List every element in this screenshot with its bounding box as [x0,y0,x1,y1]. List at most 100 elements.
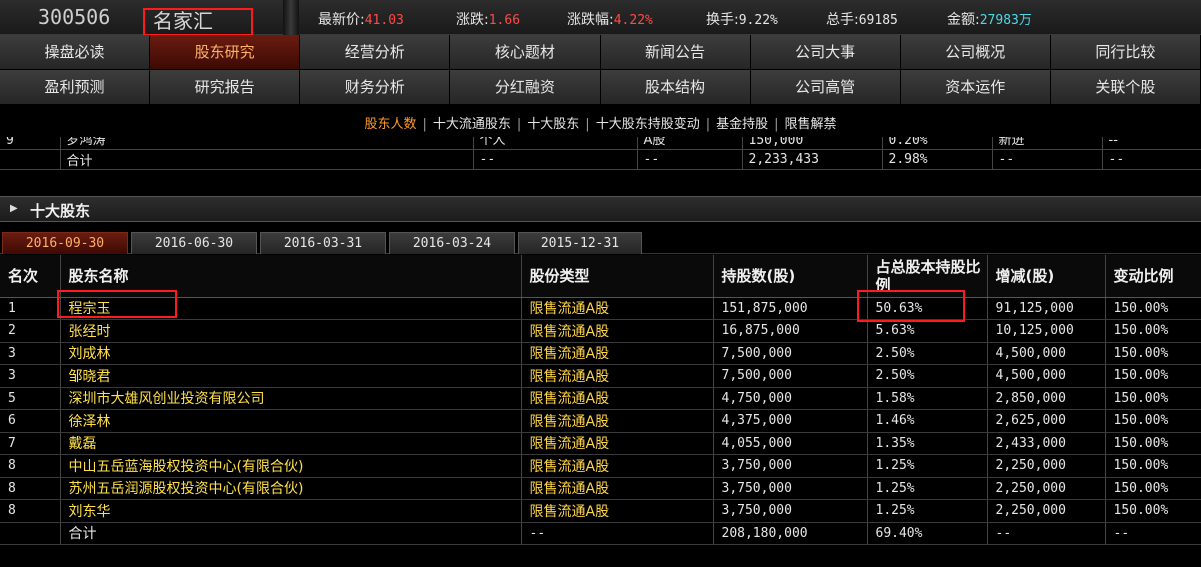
quote-amount: 金额:27983万 [947,12,1032,28]
table-row[interactable]: 3 刘成林 限售流通A股 7,500,000 2.50% 4,500,000 150.00% [0,342,1201,365]
table-row: 9 罗鸿涛 个人 A股 150,000 0.20% 新进 -- [0,137,1201,150]
cell-holding-ratio: 1.25% [867,477,988,500]
cell-rank: 6 [0,409,61,433]
cell-holder-name: 中山五岳蓝海股权投资中心(有限合伙) [60,454,522,478]
quote-change: 涨跌:1.66 [456,12,521,28]
nav-operations[interactable]: 经营分析 [300,35,451,69]
cell-holding-ratio: 69.40% [867,522,988,545]
subnav-top10-float[interactable]: 十大流通股东 [433,117,511,132]
nav-row-2: 盈利预测 研究报告 财务分析 分红融资 股本结构 公司高管 资本运作 关联个股 [0,70,1201,105]
table-header-row: 名次 股东名称 股份类型 持股数(股) 占总股本持股比例 增减(股) 变动比例 [0,255,1201,298]
cell-holding-ratio: 1.25% [867,454,988,478]
quote-volume: 总手:69185 [826,12,898,28]
cell-rank [0,522,61,545]
stock-code: 300506 [38,5,111,29]
table-row[interactable]: 3 邹晓君 限售流通A股 7,500,000 2.50% 4,500,000 150.00% [0,364,1201,388]
cell-shares-held: 7,500,000 [713,364,868,388]
cell-change: 2,625,000 [987,409,1106,433]
table-row[interactable]: 7 戴磊 限售流通A股 4,055,000 1.35% 2,433,000 150.00% [0,432,1201,455]
cell-change-ratio: 150.00% [1105,432,1201,455]
nav-capital-ops[interactable]: 资本运作 [900,70,1051,104]
cell-holder-name: 邹晓君 [60,364,522,388]
cell-shares-held: 4,375,000 [713,409,868,433]
quote-turnover: 换手:9.22% [706,12,778,28]
cell-share-type: -- [521,522,714,545]
tab-date-2016-03-31[interactable]: 2016-03-31 [260,232,386,254]
col-change: 增减(股) [987,255,1106,298]
cell-shares-held: 208,180,000 [713,522,868,545]
table-total-row: 合计 -- -- 2,233,433 2.98% -- -- [0,149,1201,170]
cell-change-ratio: 150.00% [1105,477,1201,500]
nav-caopan[interactable]: 操盘必读 [0,35,151,69]
cell-shares-held: 3,750,000 [713,499,868,523]
subnav-holder-count[interactable]: 股东人数 [364,117,416,132]
nav-profit-forecast[interactable]: 盈利预测 [0,70,151,104]
highlight-box-top-ratio [857,290,965,322]
cell-rank: 5 [0,387,61,410]
cell-share-type: 限售流通A股 [521,409,714,433]
cell-change: 2,250,000 [987,454,1106,478]
nav-executives[interactable]: 公司高管 [750,70,901,104]
nav-related-stocks[interactable]: 关联个股 [1050,70,1201,104]
nav-research-reports[interactable]: 研究报告 [150,70,301,104]
cell-share-type: 限售流通A股 [521,319,714,343]
cell-change-ratio: 150.00% [1105,387,1201,410]
nav-peer-compare[interactable]: 同行比较 [1050,35,1201,69]
cell-holder-name: 徐泽林 [60,409,522,433]
quote-divider [283,0,299,35]
subnav-top10-changes[interactable]: 十大股东持股变动 [596,117,700,132]
cell-holding-ratio: 2.50% [867,364,988,388]
quote-last-price: 最新价:41.03 [318,12,404,28]
subnav-lockup-release[interactable]: 限售解禁 [785,117,837,132]
nav-financial-analysis[interactable]: 财务分析 [300,70,451,104]
subnav-top10[interactable]: 十大股东 [527,117,579,132]
tab-date-2016-06-30[interactable]: 2016-06-30 [131,232,257,254]
nav-news[interactable]: 新闻公告 [600,35,751,69]
subnav-fund-holdings[interactable]: 基金持股 [716,117,768,132]
cell-change: 10,125,000 [987,319,1106,343]
cell-holder-name: 苏州五岳润源股权投资中心(有限合伙) [60,477,522,500]
cell-shares-held: 3,750,000 [713,454,868,478]
cell-holder-name: 深圳市大雄风创业投资有限公司 [60,387,522,410]
table-row[interactable]: 6 徐泽林 限售流通A股 4,375,000 1.46% 2,625,000 150.00% [0,409,1201,433]
tab-date-2016-03-24[interactable]: 2016-03-24 [389,232,515,254]
top10-shareholders-table: 名次 股东名称 股份类型 持股数(股) 占总股本持股比例 增减(股) 变动比例 … [0,255,1201,545]
cell-rank: 2 [0,319,61,343]
cell-share-type: 限售流通A股 [521,499,714,523]
cell-shares-held: 7,500,000 [713,342,868,365]
nav-events[interactable]: 公司大事 [750,35,901,69]
cell-change-ratio: 150.00% [1105,297,1201,320]
table-row[interactable]: 5 深圳市大雄风创业投资有限公司 限售流通A股 4,750,000 1.58% 2,850… [0,387,1201,410]
cell-rank: 3 [0,342,61,365]
previous-table-remainder: 9 罗鸿涛 个人 A股 150,000 0.20% 新进 -- 合计 -- --… [0,137,1201,170]
cell-change: 2,433,000 [987,432,1106,455]
cell-change-ratio: 150.00% [1105,499,1201,523]
cell-change: 2,850,000 [987,387,1106,410]
table-row[interactable]: 8 苏州五岳润源股权投资中心(有限合伙) 限售流通A股 3,750,000 1.25% 2… [0,477,1201,500]
table-row[interactable]: 2 张经时 限售流通A股 16,875,000 5.63% 10,125,000 150.0… [0,319,1201,343]
nav-core-theme[interactable]: 核心题材 [450,35,601,69]
date-tabs: 2016-09-30 2016-06-30 2016-03-31 2016-03… [0,230,1201,254]
table-row[interactable]: 8 中山五岳蓝海股权投资中心(有限合伙) 限售流通A股 3,750,000 1.25% 2… [0,454,1201,478]
nav-company-overview[interactable]: 公司概况 [900,35,1051,69]
nav-equity-structure[interactable]: 股本结构 [600,70,751,104]
tab-date-2015-12-31[interactable]: 2015-12-31 [518,232,642,254]
table-row[interactable]: 8 刘东华 限售流通A股 3,750,000 1.25% 2,250,000 150.00% [0,499,1201,523]
cell-change-ratio: 150.00% [1105,319,1201,343]
tab-date-2016-09-30[interactable]: 2016-09-30 [2,232,128,254]
cell-share-type: 限售流通A股 [521,387,714,410]
cell-shares-held: 3,750,000 [713,477,868,500]
cell-holding-ratio: 1.25% [867,499,988,523]
cell-shares-held: 4,750,000 [713,387,868,410]
cell-rank: 3 [0,364,61,388]
nav-shareholder-research[interactable]: 股东研究 [150,35,301,69]
col-rank: 名次 [0,255,61,298]
nav-dividend[interactable]: 分红融资 [450,70,601,104]
cell-share-type: 限售流通A股 [521,432,714,455]
section-header-top10[interactable]: ▶ 十大股东 [0,196,1201,222]
expand-triangle-icon[interactable]: ▶ [10,203,18,214]
table-row[interactable]: 1 程宗玉 限售流通A股 151,875,000 50.63% 91,125,000 150… [0,297,1201,320]
cell-change-ratio: 150.00% [1105,342,1201,365]
section-title: 十大股东 [30,202,91,220]
quote-change-pct: 涨跌幅:4.22% [567,12,653,28]
